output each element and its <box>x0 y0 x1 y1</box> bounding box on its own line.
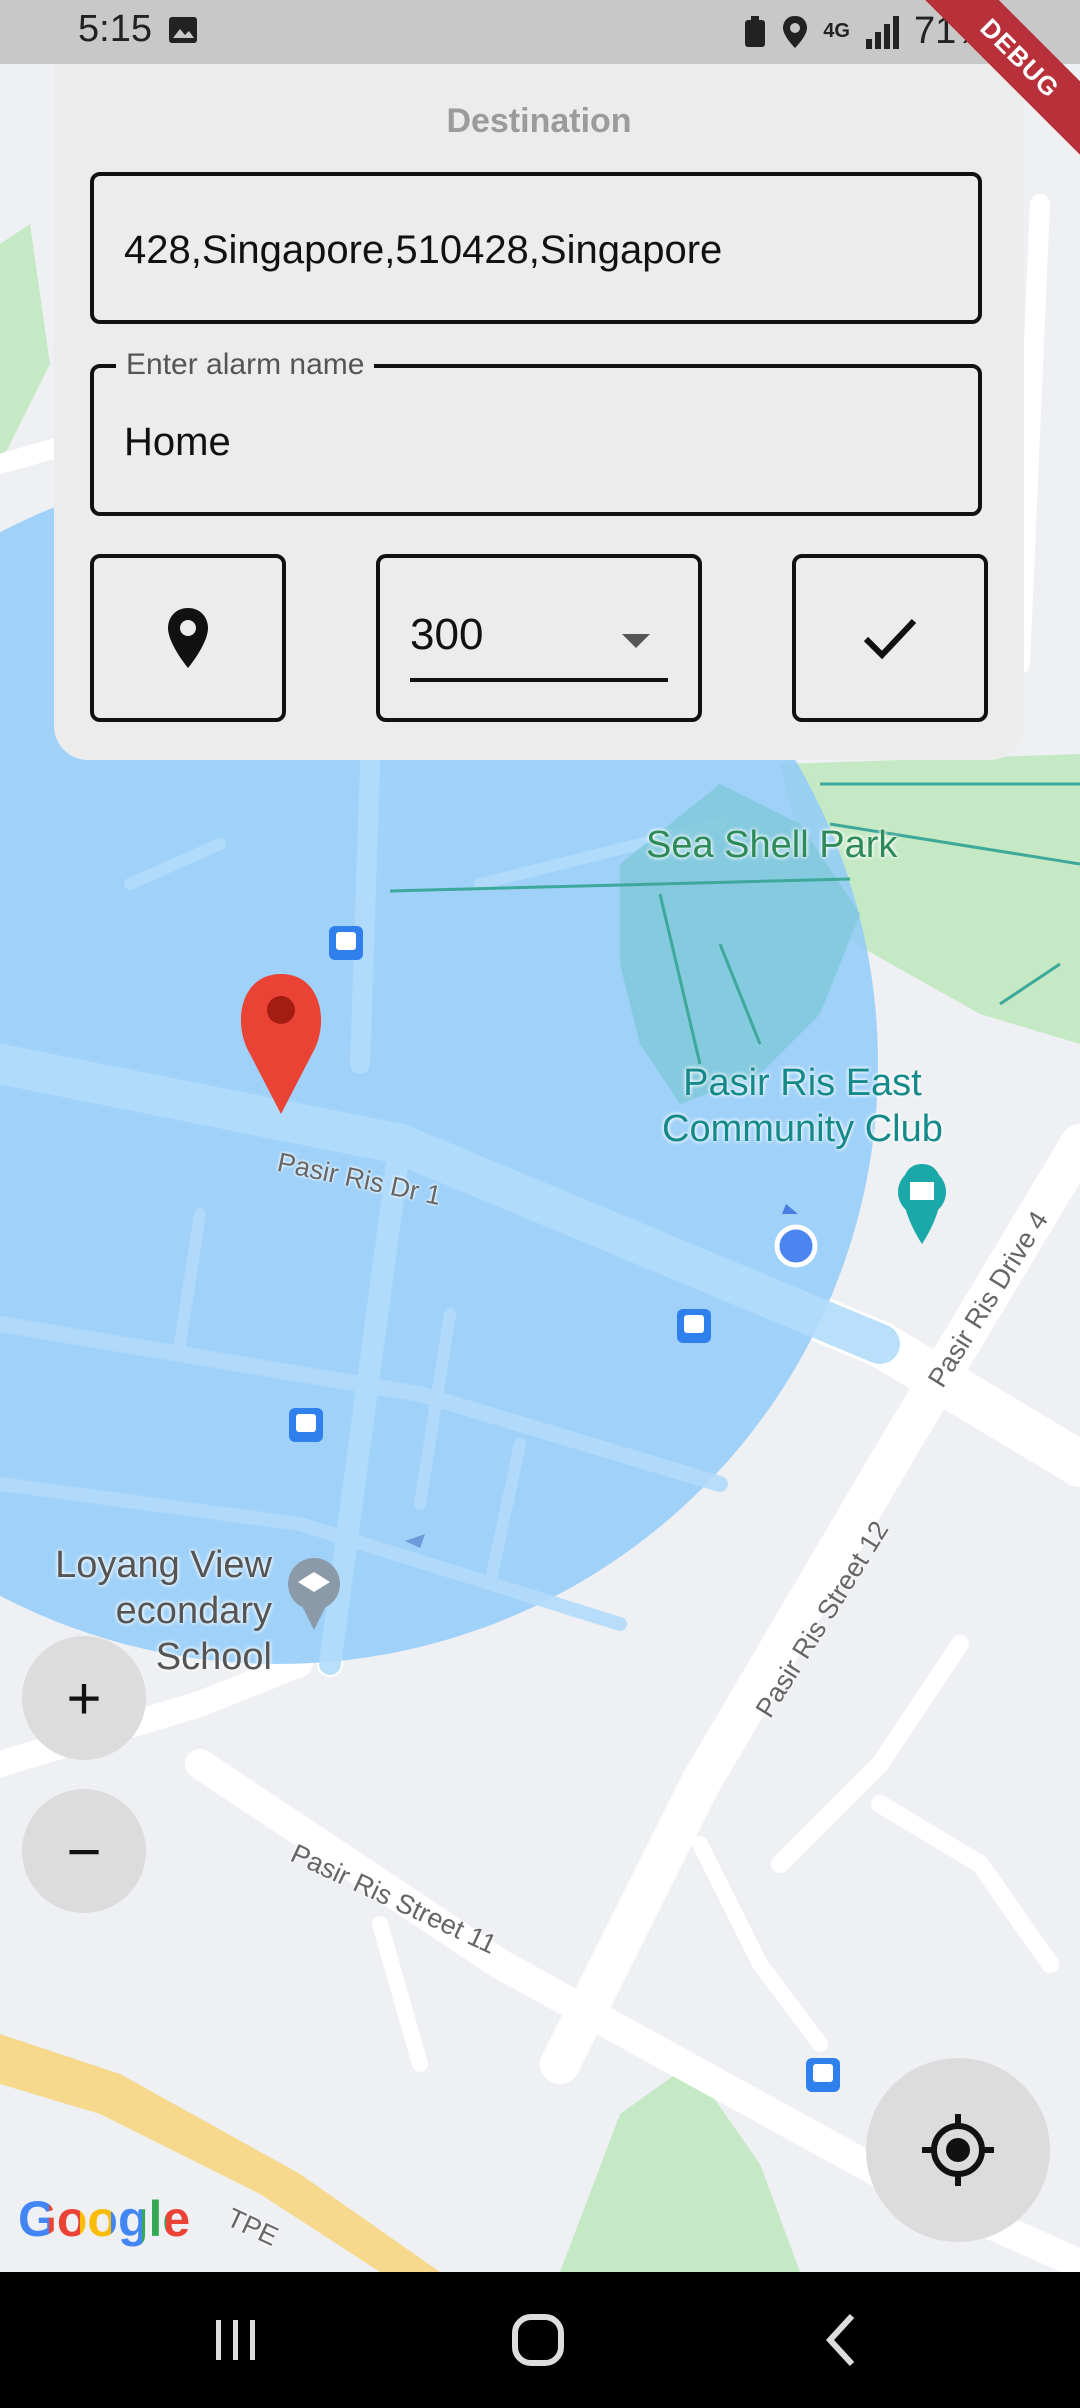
crosshair-icon <box>922 2114 994 2186</box>
image-notification-icon <box>169 17 197 43</box>
chevron-down-icon <box>622 634 650 648</box>
my-location-button[interactable] <box>866 2058 1050 2242</box>
map-label-cc-line2: Community Club <box>662 1108 943 1150</box>
bus-stop-icon <box>329 926 363 960</box>
recent-apps-button[interactable] <box>206 2310 266 2370</box>
home-icon <box>512 2314 564 2366</box>
location-pin-icon <box>168 608 208 668</box>
check-icon <box>863 618 917 660</box>
confirm-button[interactable] <box>792 554 988 722</box>
recent-apps-icon <box>216 2320 255 2360</box>
back-icon <box>825 2313 855 2367</box>
zoom-out-button[interactable]: − <box>22 1789 146 1913</box>
status-time: 5:15 <box>78 8 152 50</box>
bus-stop-icon <box>289 1408 323 1442</box>
google-logo: Google <box>18 2191 191 2247</box>
map-label-park: Sea Shell Park <box>646 824 898 866</box>
battery-saver-icon <box>745 15 766 47</box>
alarm-name-value: Home <box>124 420 231 464</box>
bus-stop-icon <box>806 2058 840 2092</box>
signal-icon <box>865 15 899 49</box>
network-type: 4G <box>823 20 850 42</box>
destination-panel: Destination 428,Singapore,510428,Singapo… <box>54 64 1024 760</box>
map-label-school-line1: Loyang View <box>55 1544 272 1586</box>
home-button[interactable] <box>508 2310 568 2370</box>
navigation-bar <box>0 2272 1080 2408</box>
alarm-name-field[interactable]: Enter alarm name Home <box>90 348 982 516</box>
back-button[interactable] <box>812 2310 872 2370</box>
zoom-in-button[interactable]: + <box>22 1636 146 1760</box>
panel-title: Destination <box>446 102 632 140</box>
address-value: 428,Singapore,510428,Singapore <box>124 228 723 272</box>
dropdown-underline <box>410 678 668 682</box>
map-label-cc-line1: Pasir Ris East <box>683 1062 922 1104</box>
status-bar: 5:15 4G 71% DEBUG <box>0 0 1080 169</box>
pick-location-button[interactable] <box>90 554 286 722</box>
bus-stop-icon <box>677 1309 711 1343</box>
radius-value: 300 <box>410 610 484 659</box>
location-icon <box>783 15 808 48</box>
address-field[interactable]: 428,Singapore,510428,Singapore <box>90 172 982 324</box>
current-location-dot <box>774 1224 818 1268</box>
map-label-community-club: Pasir Ris East Community Club <box>662 1060 943 1152</box>
radius-dropdown[interactable]: 300 <box>376 554 702 722</box>
